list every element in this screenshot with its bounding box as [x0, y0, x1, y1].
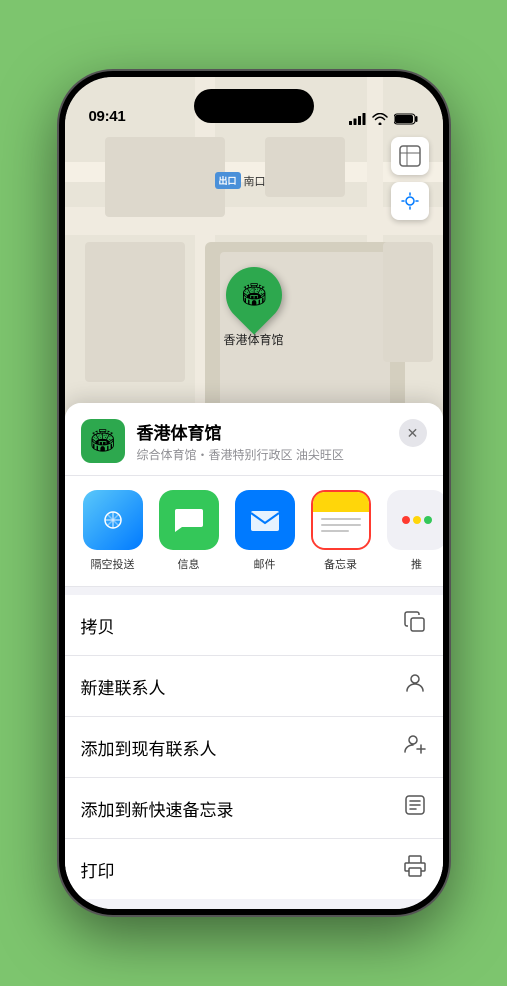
map-view-button[interactable]	[391, 137, 429, 175]
location-description: 综合体育馆・香港特别行政区 油尖旺区	[137, 446, 387, 463]
action-add-existing[interactable]: 添加到现有联系人	[65, 717, 443, 778]
location-info: 香港体育馆 综合体育馆・香港特别行政区 油尖旺区	[137, 419, 387, 463]
phone-screen: 09:41	[65, 77, 443, 909]
map-block	[105, 137, 225, 217]
copy-label: 拷贝	[81, 613, 115, 638]
action-new-contact[interactable]: 新建联系人	[65, 656, 443, 717]
airdrop-label: 隔空投送	[91, 556, 135, 572]
close-button[interactable]: ✕	[399, 419, 427, 447]
location-button[interactable]	[391, 182, 429, 220]
map-entrance-label: 南口	[244, 173, 266, 189]
print-icon	[403, 854, 427, 884]
location-card-icon: 🏟	[81, 419, 125, 463]
action-print[interactable]: 打印	[65, 839, 443, 899]
map-controls	[391, 137, 429, 226]
dynamic-island	[194, 89, 314, 123]
action-copy[interactable]: 拷贝	[65, 595, 443, 656]
action-list: 拷贝 新建联系人	[65, 595, 443, 899]
print-label: 打印	[81, 857, 115, 882]
airdrop-icon	[83, 490, 143, 550]
share-item-mail[interactable]: 邮件	[233, 490, 297, 572]
dot-yellow	[413, 516, 421, 524]
mail-icon	[235, 490, 295, 550]
more-label: 推	[411, 556, 422, 572]
messages-label: 信息	[178, 556, 200, 572]
person-add-icon	[403, 732, 427, 762]
status-time: 09:41	[89, 108, 126, 125]
map-block	[265, 137, 345, 197]
copy-icon	[403, 610, 427, 640]
person-icon	[403, 671, 427, 701]
stadium-pin: 🏟 香港体育馆	[223, 267, 283, 348]
stadium-icon: 🏟	[240, 282, 268, 308]
more-icon	[387, 490, 443, 550]
mail-label: 邮件	[254, 556, 276, 572]
share-item-airdrop[interactable]: 隔空投送	[81, 490, 145, 572]
dot-green	[424, 516, 432, 524]
action-add-note[interactable]: 添加到新快速备忘录	[65, 778, 443, 839]
more-dots	[402, 516, 432, 524]
notes-icon	[311, 490, 371, 550]
add-note-label: 添加到新快速备忘录	[81, 796, 234, 821]
add-existing-label: 添加到现有联系人	[81, 735, 217, 760]
share-item-notes[interactable]: 备忘录	[309, 490, 373, 572]
share-item-messages[interactable]: 信息	[157, 490, 221, 572]
bottom-sheet: 🏟 香港体育馆 综合体育馆・香港特别行政区 油尖旺区 ✕	[65, 403, 443, 909]
map-block	[85, 242, 185, 382]
dot-red	[402, 516, 410, 524]
map-exit-label: 出口	[215, 172, 241, 189]
map-block	[383, 242, 433, 362]
note-icon	[403, 793, 427, 823]
phone-frame: 09:41	[59, 71, 449, 915]
map-label: 出口 南口	[215, 172, 266, 189]
pin-circle: 🏟	[214, 255, 293, 334]
location-card: 🏟 香港体育馆 综合体育馆・香港特别行政区 油尖旺区 ✕	[65, 403, 443, 476]
notes-label: 备忘录	[324, 556, 357, 572]
new-contact-label: 新建联系人	[81, 674, 166, 699]
battery-icon	[394, 113, 419, 125]
wifi-icon	[372, 113, 388, 125]
signal-icon	[349, 113, 366, 125]
status-icons	[349, 113, 419, 125]
share-item-more[interactable]: 推	[385, 490, 443, 572]
messages-icon	[159, 490, 219, 550]
share-row: 隔空投送 信息	[65, 476, 443, 587]
location-name: 香港体育馆	[137, 419, 387, 444]
